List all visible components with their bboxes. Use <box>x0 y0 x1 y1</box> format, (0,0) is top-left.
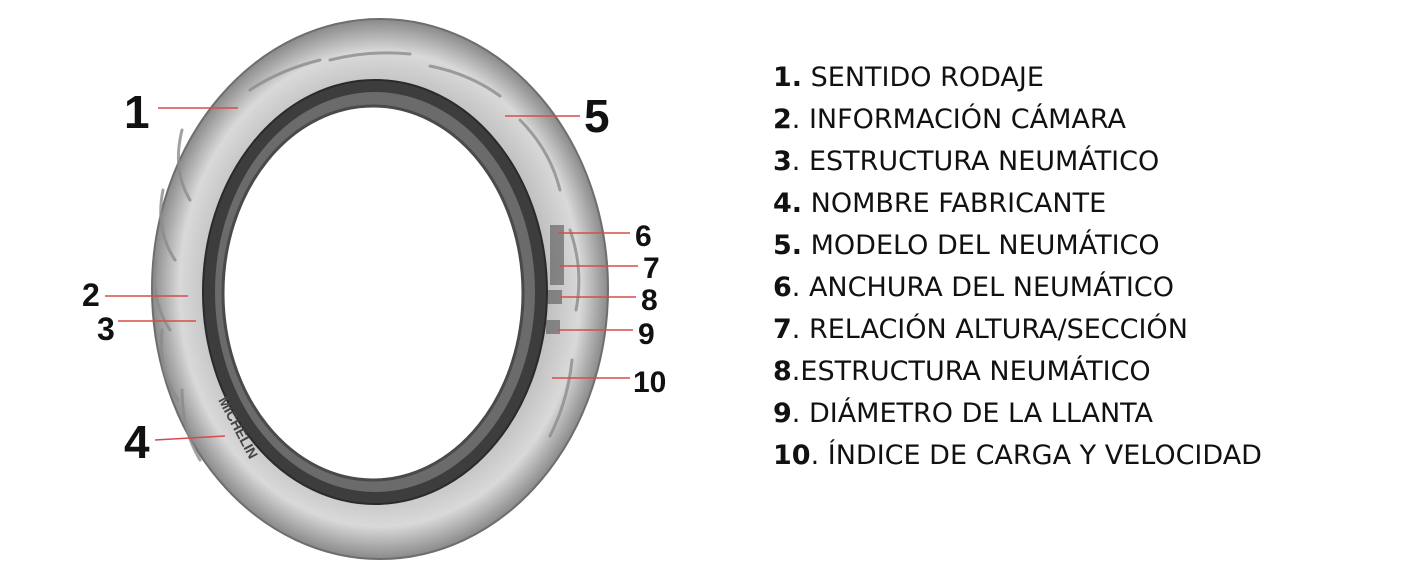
legend-item-5: 5. MODELO DEL NEUMÁTICO <box>773 226 1262 268</box>
callout-number-1: 1 <box>124 86 150 138</box>
legend-item-6: 6. ANCHURA DEL NEUMÁTICO <box>773 268 1262 310</box>
legend-label: . ÍNDICE DE CARGA Y VELOCIDAD <box>810 440 1262 471</box>
callout-number-3: 3 <box>97 311 115 347</box>
callout-number-10: 10 <box>633 366 666 399</box>
callout-number-6: 6 <box>635 220 652 253</box>
legend-number: 1. <box>773 62 803 93</box>
legend-list: 1. SENTIDO RODAJE 2. INFORMACIÓN CÁMARA … <box>773 58 1262 478</box>
tire-diagram: MICHELIN 1 2 3 4 5 6 7 8 9 10 <box>82 18 666 560</box>
legend-label: SENTIDO RODAJE <box>802 62 1044 93</box>
legend-label: .ESTRUCTURA NEUMÁTICO <box>791 356 1151 387</box>
legend-number: 5. <box>773 230 803 261</box>
tire-hole <box>221 104 525 482</box>
tire: MICHELIN <box>151 18 609 560</box>
legend-item-7: 7. RELACIÓN ALTURA/SECCIÓN <box>773 310 1262 352</box>
load-marking-box <box>548 290 562 304</box>
legend-number: 4. <box>773 188 803 219</box>
legend-label: . DIÁMETRO DE LA LLANTA <box>791 398 1154 429</box>
callout-number-9: 9 <box>638 318 655 351</box>
legend-number: 8 <box>773 356 792 387</box>
callout-number-5: 5 <box>584 90 610 142</box>
legend-number: 6 <box>773 272 792 303</box>
legend-item-3: 3. ESTRUCTURA NEUMÁTICO <box>773 142 1262 184</box>
legend-number: 7 <box>773 314 792 345</box>
legend-label: . INFORMACIÓN CÁMARA <box>791 104 1127 135</box>
legend-label: NOMBRE FABRICANTE <box>802 188 1107 219</box>
legend-number: 3 <box>773 146 792 177</box>
size-marking-box <box>550 225 564 285</box>
legend-label: . RELACIÓN ALTURA/SECCIÓN <box>791 314 1188 345</box>
legend-item-1: 1. SENTIDO RODAJE <box>773 58 1262 100</box>
legend-item-2: 2. INFORMACIÓN CÁMARA <box>773 100 1262 142</box>
callout-number-2: 2 <box>82 277 100 313</box>
callout-number-7: 7 <box>643 252 660 285</box>
legend-number: 10 <box>773 440 811 471</box>
legend-item-10: 10. ÍNDICE DE CARGA Y VELOCIDAD <box>773 436 1262 478</box>
legend-number: 2 <box>773 104 792 135</box>
rim-marking-box <box>546 320 560 334</box>
callout-number-8: 8 <box>641 284 658 317</box>
legend-item-4: 4. NOMBRE FABRICANTE <box>773 184 1262 226</box>
legend-number: 9 <box>773 398 792 429</box>
legend-item-8: 8.ESTRUCTURA NEUMÁTICO <box>773 352 1262 394</box>
legend-label: . ANCHURA DEL NEUMÁTICO <box>791 272 1174 303</box>
legend-item-9: 9. DIÁMETRO DE LA LLANTA <box>773 394 1262 436</box>
callout-number-4: 4 <box>124 416 150 468</box>
legend-label: . ESTRUCTURA NEUMÁTICO <box>791 146 1160 177</box>
legend-label: MODELO DEL NEUMÁTICO <box>802 230 1160 261</box>
